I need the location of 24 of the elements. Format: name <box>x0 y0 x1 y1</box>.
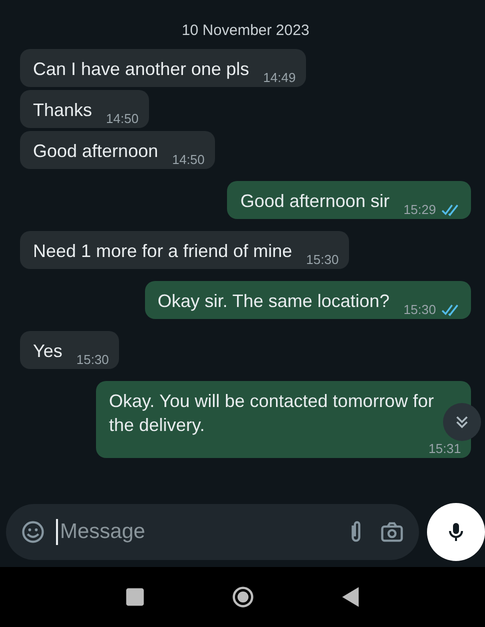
sticker-icon[interactable] <box>20 519 46 545</box>
back-icon[interactable] <box>340 586 362 608</box>
message-text: Yes <box>33 340 62 363</box>
message-text: Okay sir. The same location? <box>158 290 390 313</box>
message-time: 15:30 <box>76 352 109 367</box>
message-time: 14:50 <box>106 111 139 126</box>
message-time: 15:29 <box>403 202 436 217</box>
message-composer[interactable]: Message <box>6 504 419 560</box>
message-time: 14:50 <box>172 152 205 167</box>
message-time: 15:30 <box>403 302 436 317</box>
message-text: Thanks <box>33 99 92 122</box>
date-label: 10 November 2023 <box>182 22 310 39</box>
recent-apps-icon[interactable] <box>124 586 146 608</box>
message-time: 14:49 <box>263 70 296 85</box>
message-time: 15:30 <box>306 252 339 267</box>
home-icon[interactable] <box>232 586 254 608</box>
message-text: Good afternoon <box>33 140 158 163</box>
message-text: Okay. You will be contacted tomorrow for the delivery. <box>109 390 435 437</box>
message-time: 15:31 <box>428 441 461 456</box>
message-text: Need 1 more for a friend of mine <box>33 240 292 263</box>
double-chevron-down-icon[interactable] <box>454 414 470 430</box>
message-input-field[interactable]: Message <box>58 519 333 545</box>
message-text: Can I have another one pls <box>33 58 250 81</box>
message-text: Good afternoon sir <box>240 190 390 213</box>
